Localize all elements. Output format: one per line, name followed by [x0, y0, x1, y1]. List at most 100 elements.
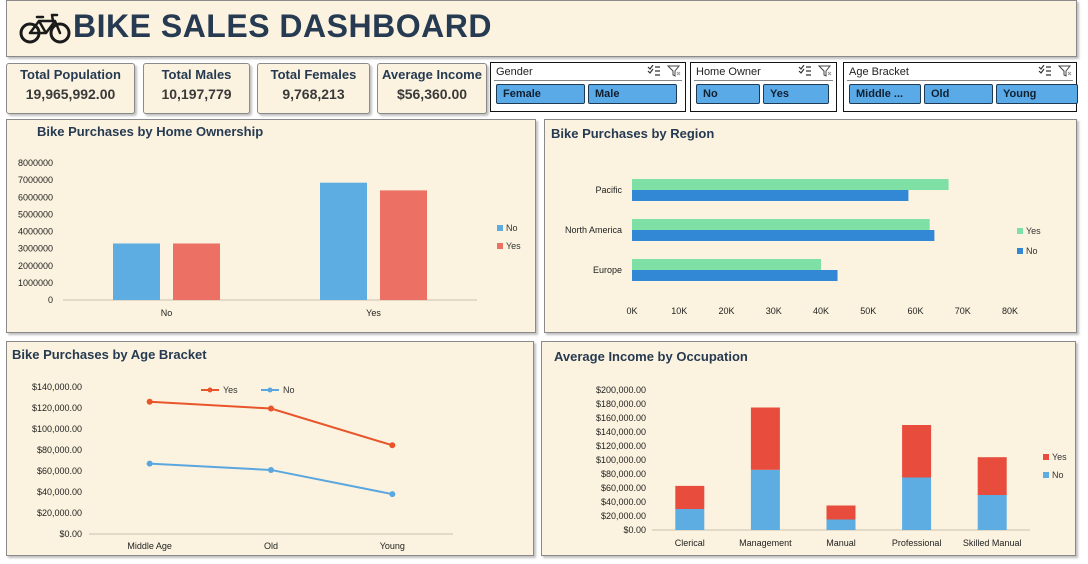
kpi-total-population: Total Population 19,965,992.00	[6, 63, 135, 114]
y-tick-label: $120,000.00	[596, 441, 646, 451]
bar-yes-professional	[902, 425, 932, 478]
bar-yes-yes	[380, 190, 427, 300]
bar-no-yes	[320, 182, 367, 300]
slicer-gender[interactable]: Gender Female Male	[490, 62, 686, 112]
bar-no-manual	[826, 519, 856, 530]
bar-yes-skilled-manual	[977, 457, 1007, 495]
kpi-label: Total Males	[161, 67, 232, 82]
kpi-value: 10,197,779	[161, 86, 232, 102]
y-tick-label: 1000000	[18, 278, 53, 288]
bar-yes-management	[750, 407, 780, 470]
x-tick-label: 50K	[860, 306, 876, 316]
bar-no-no	[113, 243, 160, 300]
data-point-yes	[389, 442, 396, 449]
legend-marker	[267, 387, 273, 393]
slicer-title: Age Bracket	[849, 66, 909, 78]
chart-plot: $200,000.00 $180,000.00 $160,000.00 $140,00…	[596, 385, 1067, 548]
y-tick-label: $140,000.00	[32, 382, 82, 392]
y-tick-label: $160,000.00	[596, 413, 646, 423]
legend-swatch	[1043, 454, 1049, 460]
x-category-label: Old	[264, 541, 278, 551]
slicer-button-middle-age[interactable]: Middle ...	[849, 84, 921, 104]
kpi-average-income: Average Income $56,360.00	[377, 63, 487, 114]
x-tick-label: 80K	[1002, 306, 1018, 316]
y-tick-label: $60,000.00	[37, 466, 82, 476]
legend-label: No	[506, 223, 518, 233]
legend-marker	[207, 387, 213, 393]
slicer-button-male[interactable]: Male	[588, 84, 677, 104]
x-category-label: Yes	[366, 308, 381, 318]
y-tick-label: 0	[48, 295, 53, 305]
legend-swatch	[1017, 228, 1023, 234]
kpi-value: $56,360.00	[396, 86, 468, 102]
slicer-button-female[interactable]: Female	[496, 84, 585, 104]
y-tick-label: $40,000.00	[37, 487, 82, 497]
bar-no-pacific	[632, 190, 909, 201]
bar-yes-europe	[632, 259, 821, 270]
x-tick-label: 10K	[671, 306, 687, 316]
x-category-label: No	[161, 308, 173, 318]
slicer-home-owner[interactable]: Home Owner No Yes	[690, 62, 837, 112]
legend-swatch	[497, 243, 503, 249]
bar-no-professional	[902, 477, 932, 530]
y-tick-label: 8000000	[18, 158, 53, 168]
kpi-total-males: Total Males 10,197,779	[143, 63, 250, 114]
clear-filter-icon[interactable]	[1058, 65, 1072, 77]
y-tick-label: $0.00	[59, 529, 82, 539]
y-tick-label: $40,000.00	[601, 497, 646, 507]
y-tick-label: 6000000	[18, 192, 53, 202]
legend-swatch	[1017, 248, 1023, 254]
x-tick-label: 40K	[813, 306, 829, 316]
multi-select-icon[interactable]	[1038, 65, 1052, 77]
slicer-button-no[interactable]: No	[696, 84, 760, 104]
data-point-yes	[268, 405, 274, 412]
data-point-no	[389, 491, 396, 498]
dashboard-title: BIKE SALES DASHBOARD	[73, 8, 492, 44]
legend-label: Yes	[1052, 452, 1067, 462]
y-tick-label: $120,000.00	[32, 403, 82, 413]
bar-no-skilled-manual	[977, 495, 1007, 530]
y-tick-label: $200,000.00	[596, 385, 646, 395]
multi-select-icon[interactable]	[798, 65, 812, 77]
bar-no-europe	[632, 270, 838, 281]
chart-plot: 0K 10K 20K 30K 40K 50K 60K 70K 80K Pacific North A…	[565, 179, 1041, 316]
slicer-button-young[interactable]: Young	[996, 84, 1078, 104]
chart-region: Bike Purchases by Region 0K 10K 20K 30K 40K 5…	[544, 119, 1077, 333]
legend-label: Yes	[1026, 226, 1041, 236]
bar-yes-manual	[826, 505, 856, 520]
x-tick-label: 20K	[718, 306, 734, 316]
y-tick-label: $60,000.00	[601, 483, 646, 493]
data-point-no	[268, 466, 274, 473]
kpi-value: 9,768,213	[282, 86, 345, 102]
chart-occupation: Average Income by Occupation $200,000.00…	[541, 341, 1076, 556]
y-tick-label: $140,000.00	[596, 427, 646, 437]
bar-no-management	[750, 469, 780, 530]
chart-plot: $140,000.00 $120,000.00 $100,000.00 $80,000…	[32, 382, 453, 551]
y-tick-label: $0.00	[623, 525, 646, 535]
y-tick-label: 2000000	[18, 261, 53, 271]
bar-no-clerical	[675, 509, 705, 530]
slicer-title: Home Owner	[696, 66, 761, 78]
clear-filter-icon[interactable]	[667, 65, 681, 77]
chart-age-bracket: Bike Purchases by Age Bracket $140,000.0…	[6, 341, 534, 556]
bar-yes-north-america	[632, 219, 930, 230]
bar-yes-no	[173, 243, 220, 300]
bicycle-icon	[19, 13, 71, 44]
x-category-label: Professional	[892, 538, 942, 548]
legend-label: No	[283, 385, 295, 395]
y-tick-label: $100,000.00	[32, 424, 82, 434]
bar-yes-pacific	[632, 179, 949, 190]
y-category-label: Europe	[593, 265, 622, 275]
slicer-button-old[interactable]: Old	[924, 84, 993, 104]
clear-filter-icon[interactable]	[818, 65, 832, 77]
x-tick-label: 30K	[766, 306, 782, 316]
kpi-value: 19,965,992.00	[25, 86, 116, 102]
bar-yes-clerical	[675, 485, 705, 509]
slicer-title: Gender	[496, 66, 533, 78]
slicer-age-bracket[interactable]: Age Bracket Middle ... Old Young	[843, 62, 1078, 112]
y-category-label: Pacific	[595, 185, 622, 195]
legend-swatch	[497, 225, 503, 231]
multi-select-icon[interactable]	[647, 65, 661, 77]
y-tick-label: $100,000.00	[596, 455, 646, 465]
slicer-button-yes[interactable]: Yes	[763, 84, 829, 104]
